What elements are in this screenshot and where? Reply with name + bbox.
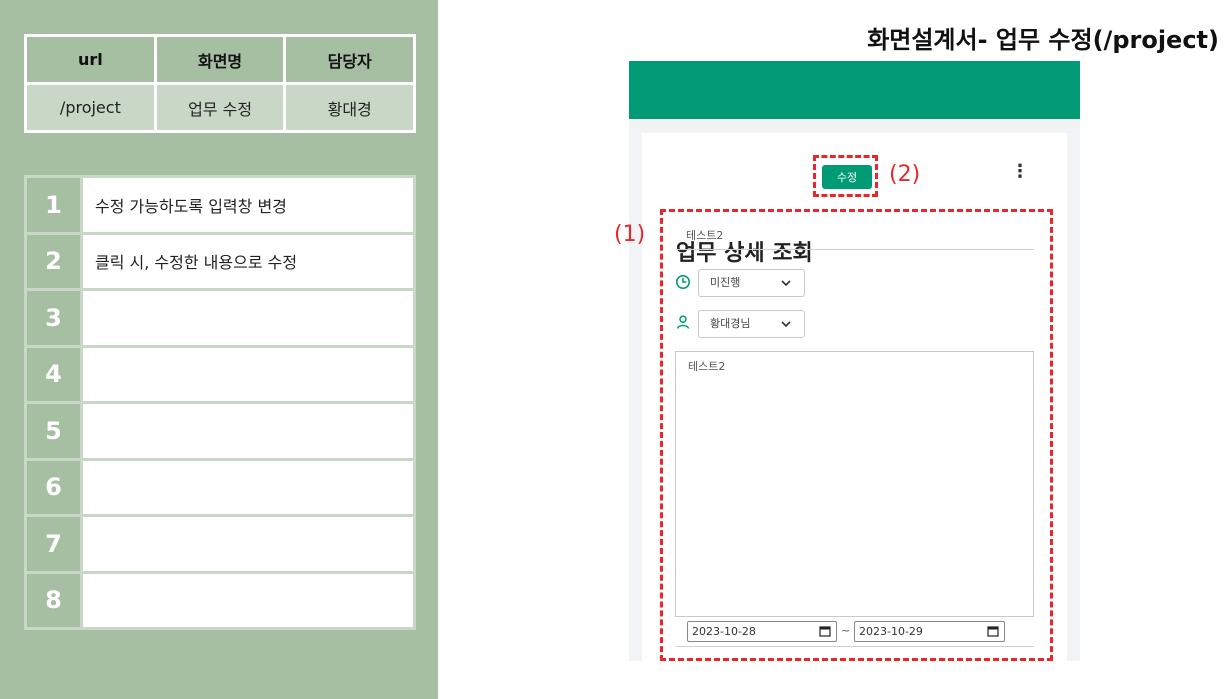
value-screen-name: 업무 수정 xyxy=(153,82,287,133)
spec-row: 3 xyxy=(24,288,416,348)
annotation-label-1: (1) xyxy=(614,222,646,247)
spec-row: 4 xyxy=(24,344,416,404)
header-url: url xyxy=(24,34,157,85)
spec-row: 1 수정 가능하도록 입력창 변경 xyxy=(24,175,416,235)
app-header-bar xyxy=(629,61,1080,119)
kebab-menu-icon[interactable]: ⋮ xyxy=(1011,161,1029,182)
spec-number: 7 xyxy=(24,514,83,574)
spec-description xyxy=(80,457,416,517)
spec-row: 6 xyxy=(24,457,416,517)
header-screen-name: 화면명 xyxy=(153,34,287,85)
spec-description xyxy=(80,288,416,348)
info-table: url 화면명 담당자 /project 업무 수정 황대경 xyxy=(24,34,416,133)
spec-panel: url 화면명 담당자 /project 업무 수정 황대경 1 수정 가능하도… xyxy=(0,0,438,699)
spec-description xyxy=(80,514,416,574)
annotation-box-1 xyxy=(660,209,1053,661)
spec-number: 1 xyxy=(24,175,83,235)
info-value-row: /project 업무 수정 황대경 xyxy=(24,82,416,133)
spec-row: 5 xyxy=(24,401,416,461)
spec-description xyxy=(80,570,416,630)
spec-description: 수정 가능하도록 입력창 변경 xyxy=(80,175,416,235)
spec-row: 8 xyxy=(24,570,416,630)
spec-number: 2 xyxy=(24,231,83,291)
document-title: 화면설계서- 업무 수정(/project) xyxy=(867,26,1219,54)
spec-number: 6 xyxy=(24,457,83,517)
header-owner: 담당자 xyxy=(283,34,416,85)
value-url: /project xyxy=(24,82,157,133)
spec-number: 5 xyxy=(24,401,83,461)
spec-row: 7 xyxy=(24,514,416,574)
spec-description xyxy=(80,401,416,461)
spec-number: 8 xyxy=(24,570,83,630)
annotation-label-2: (2) xyxy=(889,162,921,187)
spec-number: 3 xyxy=(24,288,83,348)
info-header-row: url 화면명 담당자 xyxy=(24,34,416,85)
annotation-box-2 xyxy=(813,155,878,197)
spec-description xyxy=(80,344,416,404)
spec-description: 클릭 시, 수정한 내용으로 수정 xyxy=(80,231,416,291)
spec-number: 4 xyxy=(24,344,83,404)
spec-row: 2 클릭 시, 수정한 내용으로 수정 xyxy=(24,231,416,291)
value-owner: 황대경 xyxy=(283,82,416,133)
spec-items-table: 1 수정 가능하도록 입력창 변경 2 클릭 시, 수정한 내용으로 수정 3 … xyxy=(24,175,416,630)
